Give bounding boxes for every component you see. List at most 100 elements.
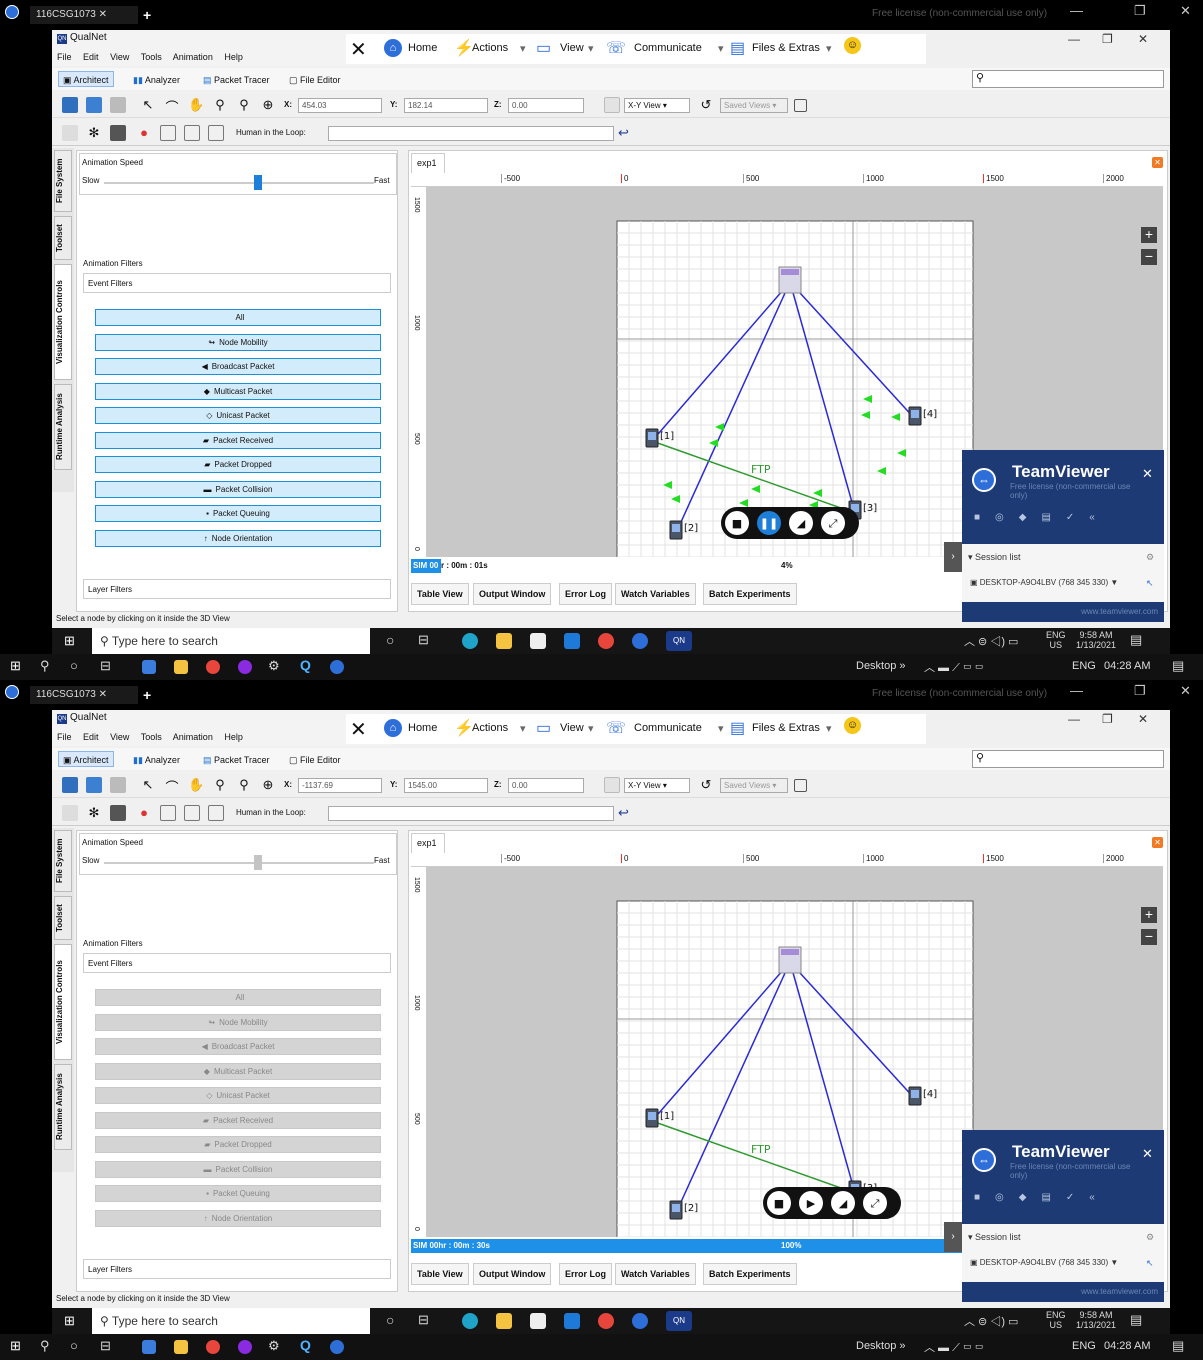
app-minimize-icon[interactable]: —	[1068, 712, 1080, 726]
home-icon[interactable]: ⌂	[384, 719, 402, 737]
rotate-axis-icon[interactable]: ⊕	[260, 97, 276, 113]
host-search-icon[interactable]: ⚲	[40, 658, 50, 674]
mode-file-editor[interactable]: ▢ File Editor	[284, 751, 346, 767]
zoom-in-button[interactable]: +	[1141, 227, 1157, 243]
filter-multicast-packet[interactable]: ◆ Multicast Packet	[95, 382, 381, 400]
restore-icon[interactable]: ❐	[1134, 683, 1146, 699]
host-language[interactable]: ENG	[1072, 1340, 1096, 1352]
host-tray-icons[interactable]: ︿ ▬ ⟋ ▭ ▭	[924, 659, 984, 675]
rotate-axis-icon[interactable]: ⊕	[260, 777, 276, 793]
minimize-icon[interactable]: —	[1070, 683, 1083, 698]
host-chrome-icon[interactable]	[206, 660, 220, 674]
tab-toolset[interactable]: Toolset	[54, 216, 72, 260]
teamviewer-actions-icons[interactable]: ■◎◆▤✓«	[974, 1192, 1110, 1203]
close-tab-icon[interactable]: ✕	[1152, 837, 1163, 848]
session-pointer-icon[interactable]: ↖	[1146, 578, 1154, 589]
zoom-out-button[interactable]: −	[1141, 929, 1157, 945]
session-expand-icon[interactable]: ›	[944, 1222, 962, 1252]
record-icon[interactable]: ●	[136, 125, 152, 141]
filter-unicast-packet[interactable]: ◇ Unicast Packet	[95, 407, 381, 424]
host-notification-icon[interactable]: ▤	[1172, 1338, 1184, 1354]
filter-packet-queuing[interactable]: ▪ Packet Queuing	[95, 1185, 381, 1202]
tab-exp1[interactable]: exp1	[411, 153, 445, 173]
tab-runtime-analysis[interactable]: Runtime Analysis	[54, 384, 72, 470]
save-icon[interactable]	[110, 777, 126, 793]
filter-node-orientation[interactable]: ↑ Node Orientation	[95, 529, 381, 547]
filter-packet-dropped[interactable]: ▰ Packet Dropped	[95, 1136, 381, 1153]
remote-notification-icon[interactable]: ▤	[1130, 1312, 1142, 1328]
layer-filters-header[interactable]: Layer Filters	[83, 1259, 391, 1279]
pan-hand-icon[interactable]: ✋	[188, 97, 204, 113]
host-desktop-toolbar[interactable]: Desktop »	[856, 660, 906, 672]
filter-packet-collision[interactable]: ▬ Packet Collision	[95, 480, 381, 498]
session-list-title[interactable]: ▾ Session list	[968, 1232, 1021, 1243]
filter-node-mobility[interactable]: ↬ Node Mobility	[95, 1013, 381, 1031]
toolbar2-doc-icon[interactable]	[62, 125, 78, 141]
lasso-icon[interactable]: ⌒	[164, 97, 180, 115]
tab-output-window[interactable]: Output Window	[473, 583, 552, 605]
home-icon[interactable]: ⌂	[384, 39, 402, 57]
zoom-icon[interactable]: ⚲	[212, 97, 228, 113]
close-session-icon[interactable]: ✕	[350, 717, 367, 742]
screen-icon[interactable]	[208, 125, 224, 141]
teamviewer-taskbar-icon[interactable]	[632, 633, 648, 649]
host-tray-icons[interactable]: ︿ ▬ ⟋ ▭ ▭	[924, 1339, 984, 1355]
explorer-icon[interactable]	[496, 1313, 512, 1329]
toolbar2-doc-icon[interactable]	[62, 805, 78, 821]
search-input[interactable]: ⚲	[972, 750, 1164, 768]
tab-batch-experiments[interactable]: Batch Experiments	[703, 583, 797, 605]
animation-speed-slider[interactable]	[104, 855, 374, 870]
app-close-icon[interactable]: ✕	[1138, 712, 1148, 726]
actions-menu[interactable]: Actions	[472, 722, 508, 734]
session-entry[interactable]: ▣ DESKTOP-A9O4LBV (768 345 330) ▼	[970, 578, 1118, 587]
menu-help[interactable]: Help	[224, 732, 243, 742]
host-q-icon[interactable]: Q	[300, 1337, 311, 1353]
host-start-icon[interactable]: ⊞	[10, 1338, 21, 1354]
remote-tray-icons[interactable]: ︿ ⊜ ◁) ▭	[964, 1313, 1018, 1329]
speed-slider-knob[interactable]	[254, 175, 262, 190]
host-notification-icon[interactable]: ▤	[1172, 658, 1184, 674]
tab-error-log[interactable]: Error Log	[559, 1263, 613, 1285]
mode-analyzer[interactable]: ▮▮ Analyzer	[128, 71, 185, 87]
zoom-in-button[interactable]: +	[1141, 907, 1157, 923]
filter-packet-received[interactable]: ▰ Packet Received	[95, 1111, 381, 1129]
grid-icon[interactable]	[604, 97, 620, 113]
remote-language[interactable]: ENG US	[1046, 1310, 1066, 1330]
mail-icon[interactable]	[564, 633, 580, 649]
select-arrow-icon[interactable]: ↖	[140, 97, 156, 113]
reset-view-icon[interactable]: ↺	[698, 777, 714, 793]
tab-visualization-controls[interactable]: Visualization Controls	[54, 264, 72, 380]
speed-slider-knob[interactable]	[254, 855, 262, 870]
new-scenario-icon[interactable]	[62, 97, 78, 113]
close-tab-icon[interactable]: ✕	[1152, 157, 1163, 168]
host-start-icon[interactable]: ⊞	[10, 658, 21, 674]
menu-edit[interactable]: Edit	[83, 732, 99, 742]
lasso-icon[interactable]: ⌒	[164, 777, 180, 795]
stats-icon[interactable]	[184, 805, 200, 821]
host-cortana-icon[interactable]: ○	[70, 658, 78, 673]
hitl-send-icon[interactable]: ↩	[618, 125, 634, 141]
remote-clock[interactable]: 9:58 AM 1/13/2021	[1076, 1310, 1116, 1330]
filter-node-mobility[interactable]: ↬ Node Mobility	[95, 333, 381, 351]
remote-search-box[interactable]: ⚲ Type here to search	[92, 628, 370, 654]
settings-gear-icon[interactable]: ✻	[86, 805, 102, 821]
menu-view[interactable]: View	[110, 732, 129, 742]
host-app4-icon[interactable]	[238, 660, 252, 674]
session-settings-icon[interactable]: ⚙	[1146, 552, 1154, 563]
tab-output-window[interactable]: Output Window	[473, 1263, 552, 1285]
filter-broadcast-packet[interactable]: ◀ Broadcast Packet	[95, 358, 381, 375]
screen-icon[interactable]	[208, 805, 224, 821]
host-search-icon[interactable]: ⚲	[40, 1338, 50, 1354]
filter-packet-queuing[interactable]: ▪ Packet Queuing	[95, 505, 381, 522]
session-entry[interactable]: ▣ DESKTOP-A9O4LBV (768 345 330) ▼	[970, 1258, 1118, 1267]
tab-watch-variables[interactable]: Watch Variables	[615, 583, 696, 605]
teamviewer-link[interactable]: www.teamviewer.com	[962, 1282, 1164, 1302]
session-expand-icon[interactable]: ›	[944, 542, 962, 572]
filter-packet-collision[interactable]: ▬ Packet Collision	[95, 1160, 381, 1178]
teamviewer-close-icon[interactable]: ✕	[1142, 1146, 1153, 1162]
minimize-icon[interactable]: —	[1070, 3, 1083, 18]
zoom-region-icon[interactable]: ⚲	[236, 777, 252, 793]
filter-all[interactable]: All	[95, 309, 381, 326]
tab-toolset[interactable]: Toolset	[54, 896, 72, 940]
remote-tray-icons[interactable]: ︿ ⊜ ◁) ▭	[964, 633, 1018, 649]
